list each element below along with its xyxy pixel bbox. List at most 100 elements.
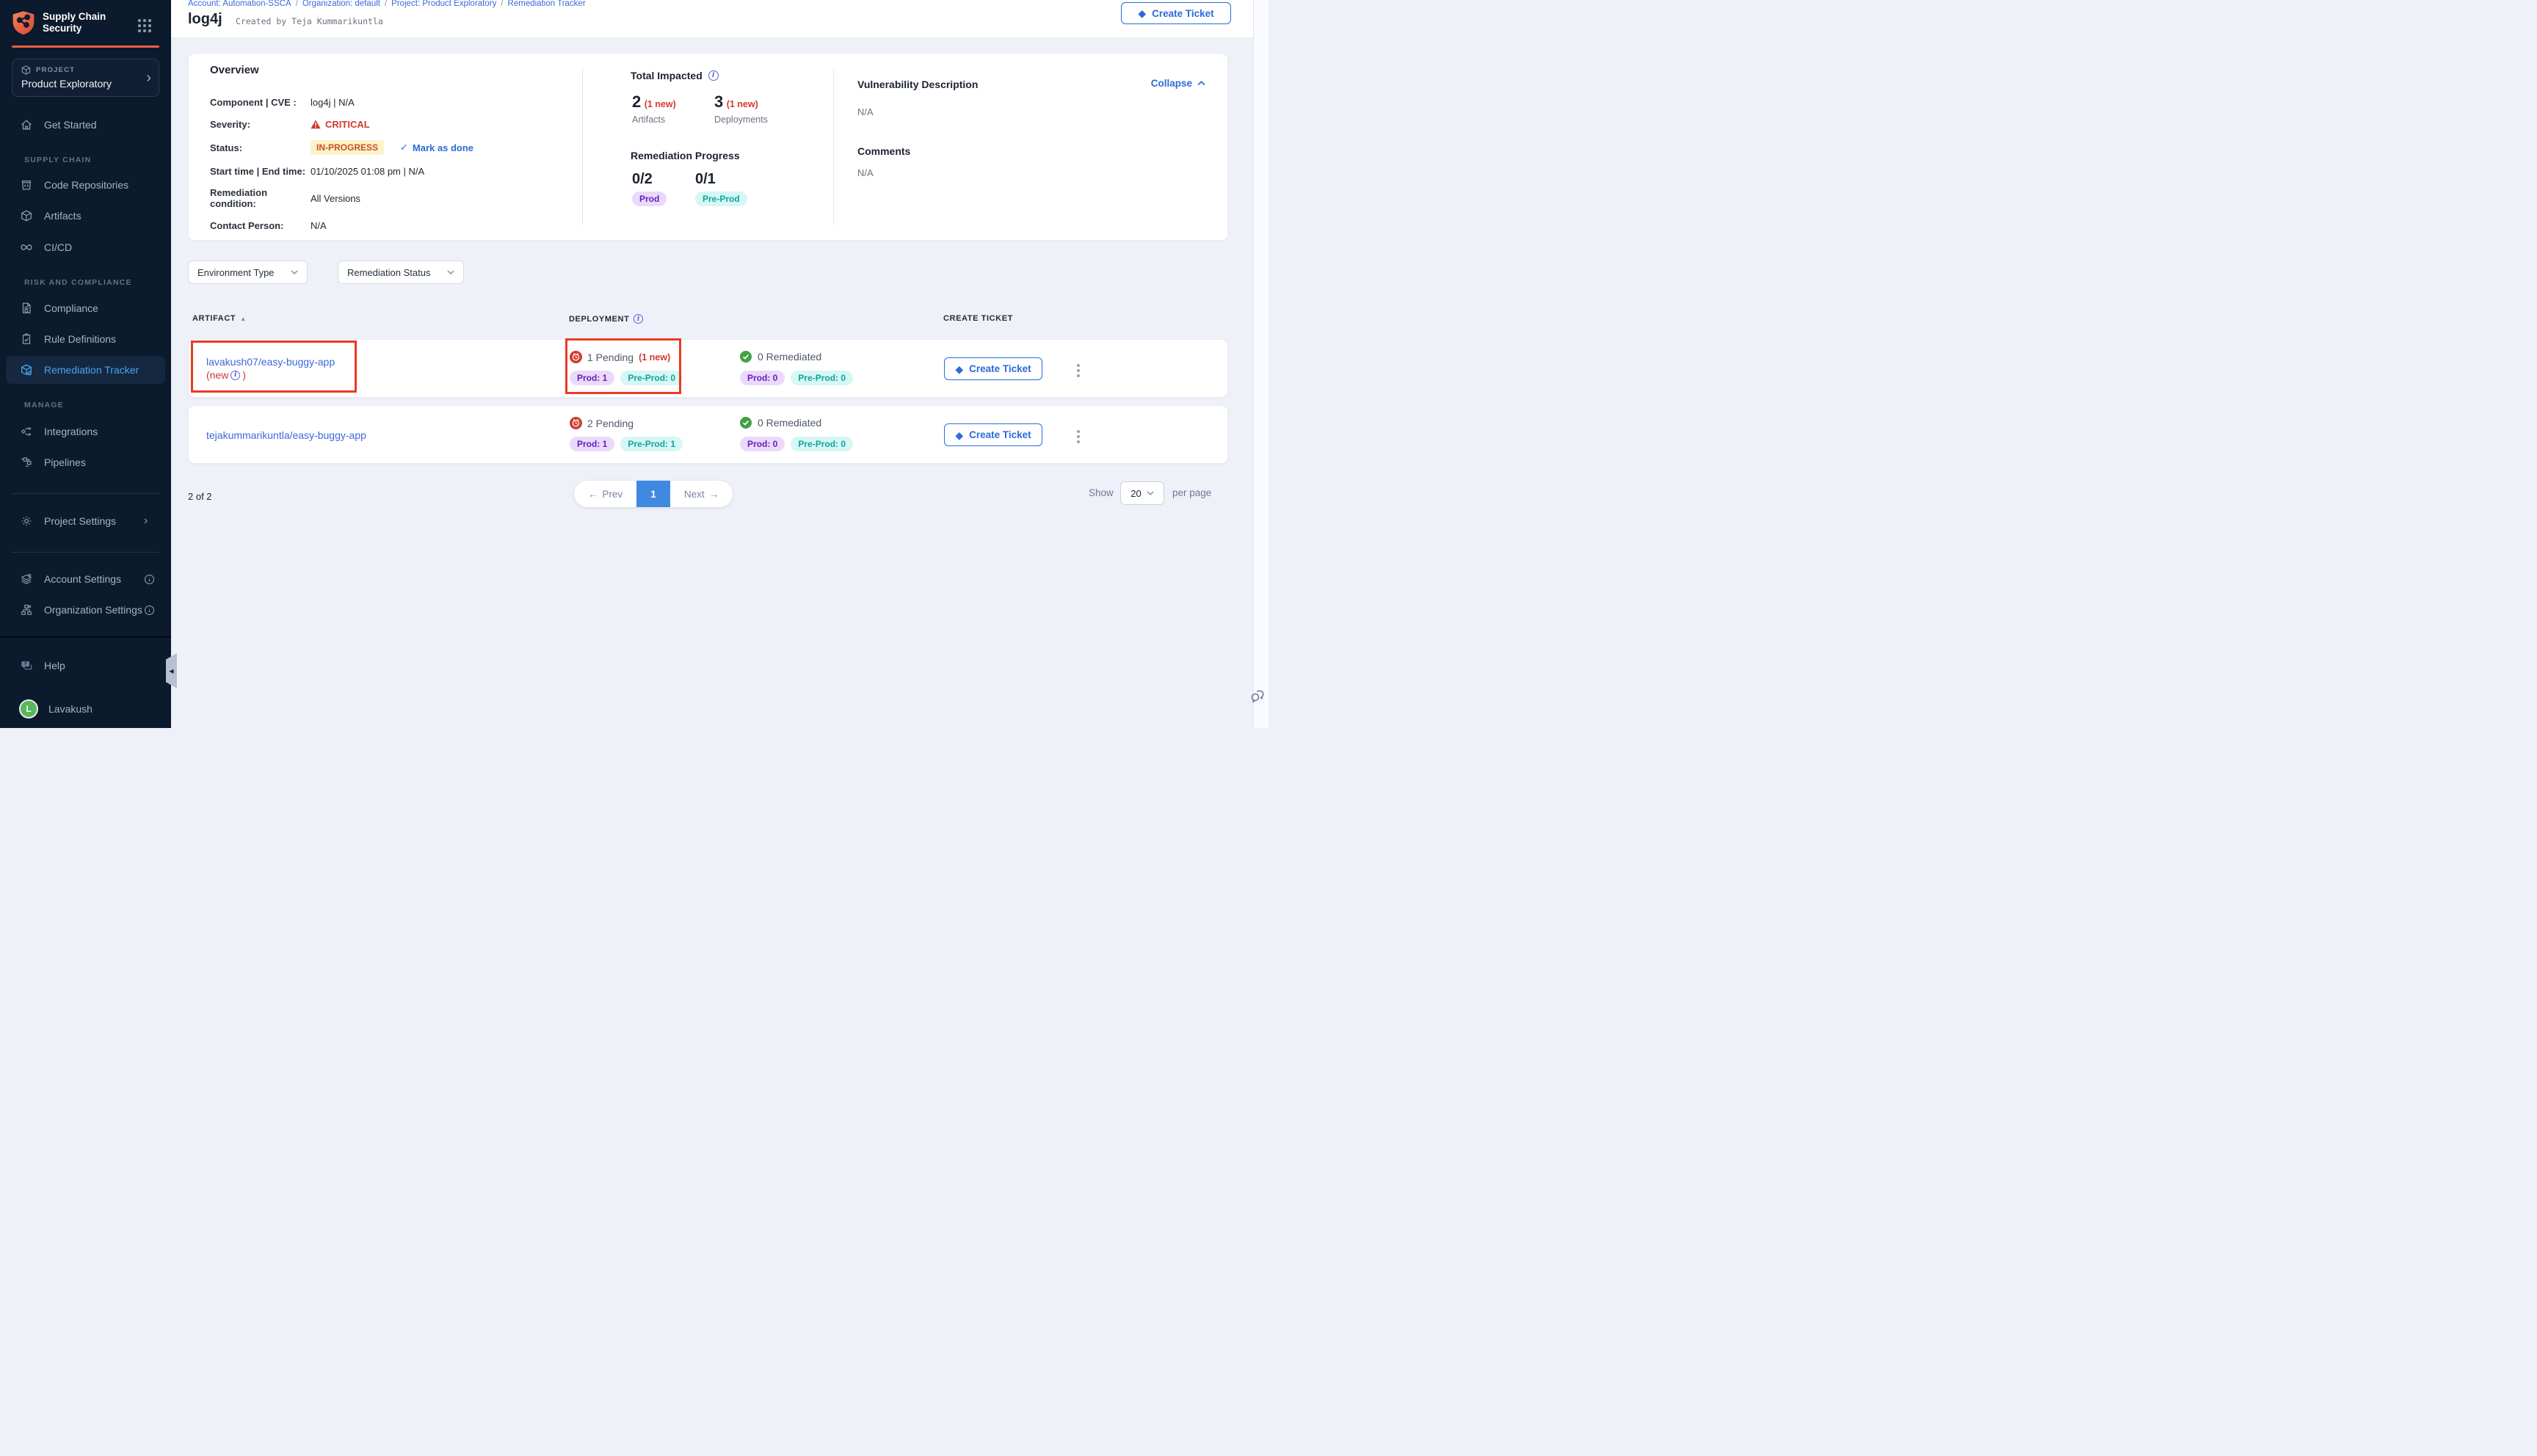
- sidebar-item-compliance[interactable]: Compliance: [0, 294, 171, 322]
- overview-card: Overview Component | CVE : log4j | N/A S…: [188, 53, 1228, 241]
- sidebar-item-label: Pipelines: [44, 456, 86, 468]
- progress-preprod: 0/1 Pre-Prod: [695, 171, 747, 206]
- sidebar-item-cicd[interactable]: CI/CD: [0, 233, 171, 261]
- pending-env-badges: Prod: 1 Pre-Prod: 1: [570, 437, 683, 451]
- card-divider: [833, 68, 834, 225]
- preprod-badge: Pre-Prod: 1: [620, 437, 683, 451]
- page-header: Account: Automation-SSCA/ Organization: …: [171, 0, 1253, 38]
- breadcrumb-project[interactable]: Project: Product Exploratory: [391, 0, 496, 8]
- project-selector[interactable]: PROJECT Product Exploratory ›: [12, 59, 159, 97]
- sidebar-item-get-started[interactable]: Get Started: [0, 111, 171, 139]
- remediated-env-badges: Prod: 0 Pre-Prod: 0: [740, 437, 853, 451]
- sidebar-item-pipelines[interactable]: Pipelines: [0, 448, 171, 476]
- info-icon[interactable]: i: [231, 371, 240, 380]
- collapse-link[interactable]: Collapse: [1151, 78, 1205, 89]
- create-ticket-button-row[interactable]: ◆ Create Ticket: [944, 357, 1042, 380]
- document-search-icon: [19, 301, 34, 316]
- sidebar-item-label: Account Settings: [44, 573, 121, 585]
- environment-type-filter[interactable]: Environment Type: [188, 261, 308, 284]
- sidebar-item-organization-settings[interactable]: Organization Settings: [0, 596, 171, 624]
- create-ticket-button-header[interactable]: ◆ Create Ticket: [1121, 2, 1231, 24]
- overview-heading: Overview: [210, 64, 259, 76]
- sidebar-item-help[interactable]: ? Help: [0, 652, 171, 680]
- row-menu-kebab-icon[interactable]: [1074, 427, 1083, 446]
- sidebar-item-rule-definitions[interactable]: Rule Definitions: [0, 325, 171, 353]
- brand-accent-line: [12, 46, 159, 48]
- section-supply-chain: SUPPLY CHAIN: [24, 156, 91, 164]
- user-menu[interactable]: L Lavakush: [0, 695, 171, 723]
- table-row[interactable]: lavakush07/easy-buggy-app (new i ) 1 Pen…: [188, 339, 1228, 398]
- artifact-cell: lavakush07/easy-buggy-app (new i ): [206, 355, 335, 382]
- sidebar-item-code-repositories[interactable]: Code Repositories: [0, 171, 171, 199]
- info-icon[interactable]: i: [634, 314, 643, 324]
- help-chat-icon: ?: [19, 658, 34, 673]
- artifacts-new-count: (1 new): [645, 99, 676, 109]
- sidebar-divider: [12, 552, 159, 553]
- severity-value: CRITICAL: [311, 119, 370, 130]
- new-tag-open: (new: [206, 368, 228, 382]
- info-icon: [144, 605, 155, 616]
- pagination: ←Prev 1 Next→: [574, 481, 733, 507]
- support-chat-icon[interactable]: [1249, 688, 1266, 705]
- page-size-select[interactable]: 20: [1120, 481, 1164, 505]
- main-content: Account: Automation-SSCA/ Organization: …: [171, 0, 1253, 728]
- sidebar-item-artifacts[interactable]: Artifacts: [0, 202, 171, 230]
- total-impacted-heading: Total Impacted: [631, 70, 703, 81]
- sidebar-item-remediation-tracker[interactable]: Remediation Tracker: [6, 356, 165, 384]
- pending-clock-icon: [570, 351, 582, 363]
- remediated-env-badges: Prod: 0 Pre-Prod: 0: [740, 371, 853, 385]
- breadcrumb-organization[interactable]: Organization: default: [302, 0, 380, 8]
- sidebar: Supply Chain Security PROJECT Product Ex…: [0, 0, 171, 728]
- deployments-label: Deployments: [714, 114, 768, 125]
- info-icon[interactable]: i: [708, 70, 719, 81]
- module-grid-icon[interactable]: [138, 19, 151, 32]
- preprod-badge: Pre-Prod: 0: [791, 371, 853, 385]
- sidebar-item-label: Rule Definitions: [44, 333, 116, 345]
- column-header-deployment: DEPLOYMENTi: [569, 314, 643, 324]
- sidebar-item-label: Project Settings: [44, 515, 116, 527]
- user-name: Lavakush: [48, 703, 92, 715]
- remediated-check-icon: [740, 351, 752, 363]
- sidebar-item-integrations[interactable]: Integrations: [0, 418, 171, 445]
- status-label: Status:: [210, 142, 311, 153]
- artifact-link[interactable]: tejakummarikuntla/easy-buggy-app: [206, 429, 366, 442]
- gear-icon: [19, 514, 34, 528]
- next-page-button[interactable]: Next→: [670, 481, 733, 507]
- create-ticket-button-row[interactable]: ◆ Create Ticket: [944, 423, 1042, 446]
- impacted-deployments: 3 (1 new) Deployments: [714, 92, 768, 125]
- comments-value: N/A: [857, 167, 874, 178]
- preprod-progress-value: 0/1: [695, 171, 747, 188]
- remediation-status-filter[interactable]: Remediation Status: [338, 261, 464, 284]
- layers-gear-icon: [19, 572, 34, 586]
- infinity-icon: [19, 240, 34, 255]
- sidebar-item-account-settings[interactable]: Account Settings: [0, 565, 171, 593]
- sidebar-item-label: Get Started: [44, 119, 97, 131]
- sidebar-item-project-settings[interactable]: Project Settings ›: [0, 507, 171, 535]
- prev-page-button[interactable]: ←Prev: [574, 481, 636, 507]
- column-header-create-ticket: CREATE TICKET: [943, 314, 1013, 323]
- svg-text:?: ?: [23, 662, 26, 667]
- breadcrumb-remediation-tracker[interactable]: Remediation Tracker: [508, 0, 586, 8]
- app-logo[interactable]: Supply Chain Security: [12, 10, 106, 35]
- total-impacted-heading-row: Total Impacted i: [631, 70, 719, 81]
- mark-as-done-link[interactable]: ✓Mark as done: [400, 142, 473, 153]
- breadcrumb-account[interactable]: Account: Automation-SSCA: [188, 0, 291, 8]
- contact-label: Contact Person:: [210, 220, 311, 231]
- page-1-button[interactable]: 1: [636, 481, 670, 507]
- created-by-text: Created by Teja Kummarikuntla: [236, 16, 383, 26]
- vuln-description-value: N/A: [857, 106, 874, 117]
- sidebar-item-label: Integrations: [44, 426, 98, 437]
- code-repo-icon: [19, 178, 34, 192]
- chevron-down-icon: [447, 270, 454, 274]
- remediated-status: 0 Remediated: [740, 351, 821, 363]
- remediation-box-icon: [19, 363, 34, 377]
- scroll-rail[interactable]: [1253, 0, 1268, 728]
- table-row[interactable]: tejakummarikuntla/easy-buggy-app 2 Pendi…: [188, 405, 1228, 464]
- pending-status: 2 Pending: [570, 417, 634, 429]
- project-label: PROJECT: [36, 66, 75, 74]
- row-menu-kebab-icon[interactable]: [1074, 361, 1083, 380]
- remediated-status: 0 Remediated: [740, 417, 821, 429]
- show-label: Show: [1089, 487, 1114, 498]
- column-header-artifact[interactable]: ARTIFACT▲: [192, 314, 247, 323]
- artifact-link[interactable]: lavakush07/easy-buggy-app: [206, 355, 335, 368]
